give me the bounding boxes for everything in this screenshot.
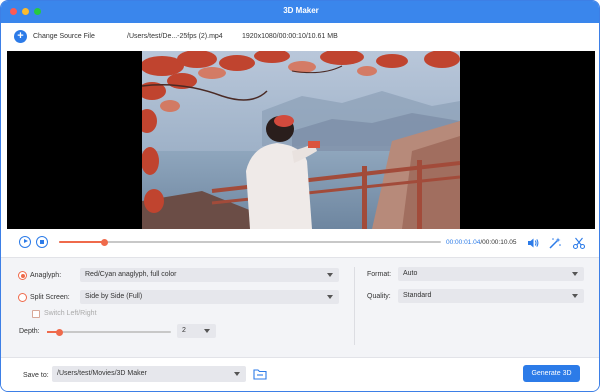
stop-icon[interactable] (36, 236, 48, 248)
progress-fill (59, 241, 105, 243)
switch-left-right-label: Switch Left/Right (44, 310, 97, 317)
depth-select-value: 2 (182, 327, 186, 334)
progress-track[interactable] (59, 238, 441, 246)
depth-slider-handle[interactable] (55, 328, 63, 336)
quality-select-value: Standard (403, 292, 432, 299)
chevron-down-icon (572, 294, 578, 298)
change-source-button[interactable]: Change Source File (33, 33, 95, 40)
playback-bar: 00:00:01.04/00:00:10.05 (1, 229, 599, 257)
source-file-info: 1920x1080/00:00:10/10.61 MB (242, 33, 338, 40)
time-readout: 00:00:01.04/00:00:10.05 (446, 239, 517, 246)
toolbar: + Change Source File /Users/test/De...-2… (1, 23, 599, 51)
settings-divider (354, 267, 355, 345)
chevron-down-icon (234, 372, 240, 376)
save-path-value: /Users/test/Movies/3D Maker (57, 370, 147, 377)
current-time: 00:00:01.04 (446, 239, 481, 246)
anaglyph-select-value: Red/Cyan anaglyph, full color (85, 271, 177, 278)
chevron-down-icon (572, 272, 578, 276)
window-title: 3D Maker (283, 6, 319, 15)
anaglyph-radio[interactable] (18, 271, 27, 280)
format-select-value: Auto (403, 270, 418, 277)
video-preview (7, 51, 595, 229)
depth-select[interactable]: 2 (177, 324, 216, 338)
depth-slider[interactable] (47, 328, 171, 336)
source-file-path: /Users/test/De...-25fps (2).mp4 (127, 33, 223, 40)
switch-left-right-checkbox[interactable] (32, 310, 40, 318)
save-path-select[interactable]: /Users/test/Movies/3D Maker (52, 366, 246, 382)
split-screen-radio[interactable] (18, 293, 27, 302)
chevron-down-icon (204, 329, 210, 333)
anaglyph-select[interactable]: Red/Cyan anaglyph, full color (80, 268, 339, 282)
video-frame-image (142, 51, 460, 229)
volume-icon[interactable] (526, 236, 540, 250)
progress-handle[interactable] (101, 238, 109, 246)
generate-3d-button[interactable]: Generate 3D (523, 365, 580, 382)
quality-select[interactable]: Standard (398, 289, 584, 303)
split-screen-select-value: Side by Side (Full) (85, 293, 143, 300)
quality-label: Quality: (367, 293, 391, 300)
add-source-icon[interactable]: + (14, 30, 27, 43)
play-icon[interactable] (19, 236, 31, 248)
split-screen-select[interactable]: Side by Side (Full) (80, 290, 339, 304)
footer-bar: Save to: /Users/test/Movies/3D Maker Gen… (1, 357, 599, 391)
anaglyph-label: Anaglyph: (30, 272, 62, 279)
format-select[interactable]: Auto (398, 267, 584, 281)
split-screen-label: Split Screen: (30, 294, 70, 301)
depth-label: Depth: (19, 328, 40, 335)
total-time: 00:00:10.05 (482, 239, 517, 246)
format-label: Format: (367, 271, 392, 278)
title-bar: 3D Maker (1, 1, 599, 23)
scissors-icon[interactable] (572, 236, 586, 250)
app-window: 3D Maker + Change Source File /Users/tes… (0, 0, 600, 392)
magic-wand-icon[interactable] (548, 236, 562, 250)
chevron-down-icon (327, 273, 333, 277)
folder-icon[interactable] (253, 368, 267, 380)
chevron-down-icon (327, 295, 333, 299)
save-to-label: Save to: (23, 372, 49, 379)
